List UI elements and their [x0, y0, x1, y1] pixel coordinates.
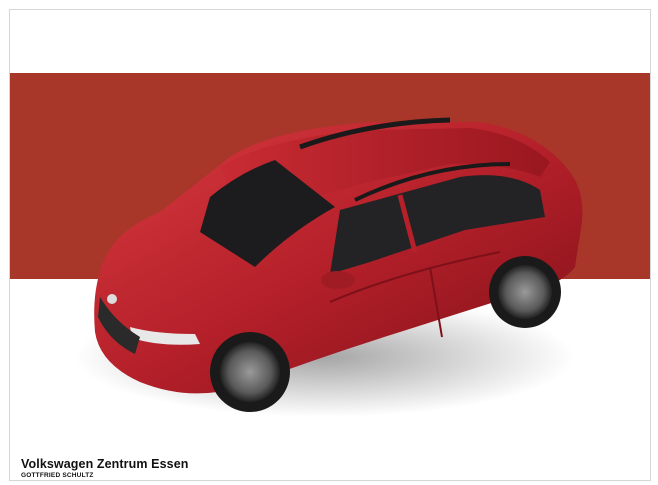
vw-logo-icon	[107, 294, 117, 304]
car-image[interactable]	[70, 102, 590, 422]
front-wheel-rim	[220, 342, 280, 402]
rear-wheel-rim	[498, 265, 552, 319]
vehicle-image-card[interactable]: Volkswagen Zentrum Essen GOTTFRIED SCHUL…	[9, 9, 651, 481]
dealer-group: GOTTFRIED SCHULTZ	[21, 472, 94, 479]
side-mirror	[321, 271, 355, 289]
dealer-name: Volkswagen Zentrum Essen	[21, 457, 189, 471]
